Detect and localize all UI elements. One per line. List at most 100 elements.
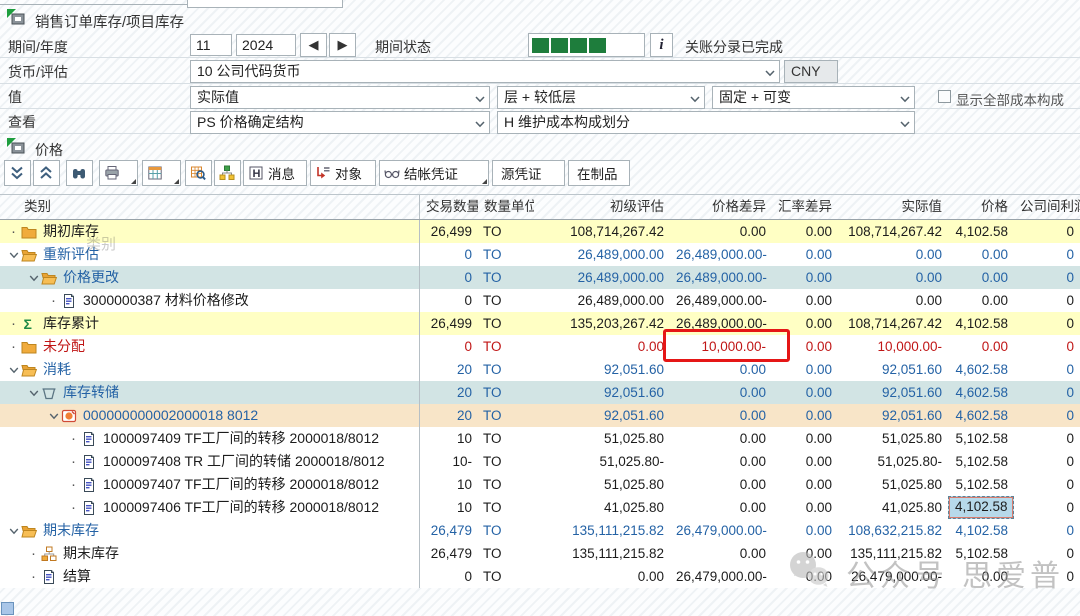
tree-node[interactable]: ·期初库存 [0,220,420,243]
value-type-select[interactable]: 实际值 [190,86,490,109]
cell-xdiff[interactable]: 0.00 [772,565,838,588]
cell-unit[interactable]: TO [478,427,534,450]
layer-select[interactable]: 层 + 较低层 [497,86,705,109]
view-structure-select[interactable]: PS 价格确定结构 [190,111,490,134]
currency-select[interactable]: 10 公司代码货币 [190,60,780,83]
closing-doc-button[interactable]: 结帐凭证 [379,160,489,186]
column-header-3[interactable]: 初级评估 [534,195,670,219]
period-month-input[interactable]: 11 [190,34,232,56]
collapse-node-icon[interactable] [6,250,21,260]
show-all-costs-checkbox[interactable] [938,90,951,103]
cell-xdiff[interactable]: 0.00 [772,220,838,243]
cell-interco[interactable]: 0 [1014,358,1080,381]
column-header-1[interactable]: 交易数量 [420,195,478,219]
column-header-6[interactable]: 实际值 [838,195,948,219]
cell-pdiff[interactable]: 26,479,000.00- [670,565,772,588]
cell-pdiff[interactable]: 0.00 [670,358,772,381]
cell-price[interactable]: 0.00 [948,266,1014,289]
cell-prelim[interactable]: 26,489,000.00 [534,289,670,312]
cell-actual[interactable]: 26,479,000.00- [838,565,948,588]
cell-actual[interactable]: 92,051.60 [838,404,948,427]
cell-interco[interactable]: 0 [1014,519,1080,542]
cell-qty[interactable]: 0 [420,243,478,266]
cell-qty[interactable]: 20 [420,358,478,381]
cell-prelim[interactable]: 92,051.60 [534,404,670,427]
cell-pdiff[interactable]: 0.00 [670,381,772,404]
tree-node[interactable]: ·结算 [0,565,420,588]
cell-interco[interactable]: 0 [1014,542,1080,565]
tree-node[interactable]: 价格更改 [0,266,420,289]
cell-interco[interactable]: 0 [1014,427,1080,450]
collapse-node-icon[interactable] [6,526,21,536]
collapse-header-icon[interactable] [7,9,27,27]
cell-qty[interactable]: 26,479 [420,519,478,542]
cell-interco[interactable]: 0 [1014,312,1080,335]
cell-interco[interactable]: 0 [1014,404,1080,427]
cell-qty[interactable]: 26,499 [420,220,478,243]
cell-qty[interactable]: 20 [420,381,478,404]
cell-xdiff[interactable]: 0.00 [772,243,838,266]
cell-interco[interactable]: 0 [1014,473,1080,496]
cell-pdiff[interactable]: 0.00 [670,220,772,243]
cell-xdiff[interactable]: 0.00 [772,289,838,312]
previous-period-button[interactable]: ◀ [300,33,327,57]
cell-pdiff[interactable]: 26,489,000.00- [670,266,772,289]
cell-actual[interactable]: 92,051.60 [838,381,948,404]
cell-unit[interactable]: TO [478,266,534,289]
cell-prelim[interactable]: 51,025.80 [534,427,670,450]
cell-pdiff[interactable]: 0.00 [670,542,772,565]
cell-pdiff[interactable]: 26,489,000.00- [670,243,772,266]
cell-interco[interactable]: 0 [1014,243,1080,266]
cell-actual[interactable]: 51,025.80 [838,473,948,496]
column-header-5[interactable]: 汇率差异 [772,195,838,219]
cell-unit[interactable]: TO [478,243,534,266]
cell-pdiff[interactable]: 0.00 [670,427,772,450]
tree-node[interactable]: 期末库存 [0,519,420,542]
source-doc-button[interactable]: 源凭证 [492,160,565,186]
tree-node[interactable]: ·未分配 [0,335,420,358]
cell-actual[interactable]: 92,051.60 [838,358,948,381]
tree-node[interactable]: ·Σ库存累计 [0,312,420,335]
cell-qty[interactable]: 0 [420,565,478,588]
cell-xdiff[interactable]: 0.00 [772,312,838,335]
table-view-button[interactable] [185,160,212,186]
tree-node[interactable]: ·3000000387 材料价格修改 [0,289,420,312]
cell-prelim[interactable]: 92,051.60 [534,381,670,404]
cell-prelim[interactable]: 26,489,000.00 [534,243,670,266]
cell-qty[interactable]: 10 [420,427,478,450]
cell-price[interactable]: 0.00 [948,565,1014,588]
cell-interco[interactable]: 0 [1014,565,1080,588]
cell-unit[interactable]: TO [478,220,534,243]
cell-prelim[interactable]: 0.00 [534,565,670,588]
cell-price[interactable]: 0.00 [948,289,1014,312]
cell-interco[interactable]: 0 [1014,450,1080,473]
cell-prelim[interactable]: 51,025.80- [534,450,670,473]
cell-unit[interactable]: TO [478,381,534,404]
column-header-7[interactable]: 价格 [948,195,1014,219]
cell-actual[interactable]: 0.00 [838,243,948,266]
tree-node[interactable]: ·1000097407 TF工厂间的转移 2000018/8012 [0,473,420,496]
cell-qty[interactable]: 10- [420,450,478,473]
cell-price[interactable]: 0.00 [948,335,1014,358]
cell-actual[interactable]: 41,025.80 [838,496,948,519]
cell-xdiff[interactable]: 0.00 [772,335,838,358]
cell-price[interactable]: 4,602.58 [948,404,1014,427]
cell-xdiff[interactable]: 0.00 [772,404,838,427]
cell-price[interactable]: 4,102.58 [948,220,1014,243]
cell-pdiff[interactable]: 26,479,000.00- [670,519,772,542]
cell-xdiff[interactable]: 0.00 [772,358,838,381]
cell-qty[interactable]: 20 [420,404,478,427]
collapse-node-icon[interactable] [26,388,41,398]
cell-actual[interactable]: 0.00 [838,266,948,289]
cell-price[interactable]: 5,102.58 [948,542,1014,565]
cell-xdiff[interactable]: 0.00 [772,496,838,519]
cell-actual[interactable]: 108,714,267.42 [838,312,948,335]
cell-qty[interactable]: 0 [420,289,478,312]
collapse-node-icon[interactable] [6,365,21,375]
cell-prelim[interactable]: 92,051.60 [534,358,670,381]
fixvar-select[interactable]: 固定 + 可变 [712,86,915,109]
status-info-button[interactable]: i [650,33,673,57]
next-period-button[interactable]: ▶ [329,33,356,57]
cell-prelim[interactable]: 51,025.80 [534,473,670,496]
tree-node[interactable]: ·1000097406 TF工厂间的转移 2000018/8012 [0,496,420,519]
